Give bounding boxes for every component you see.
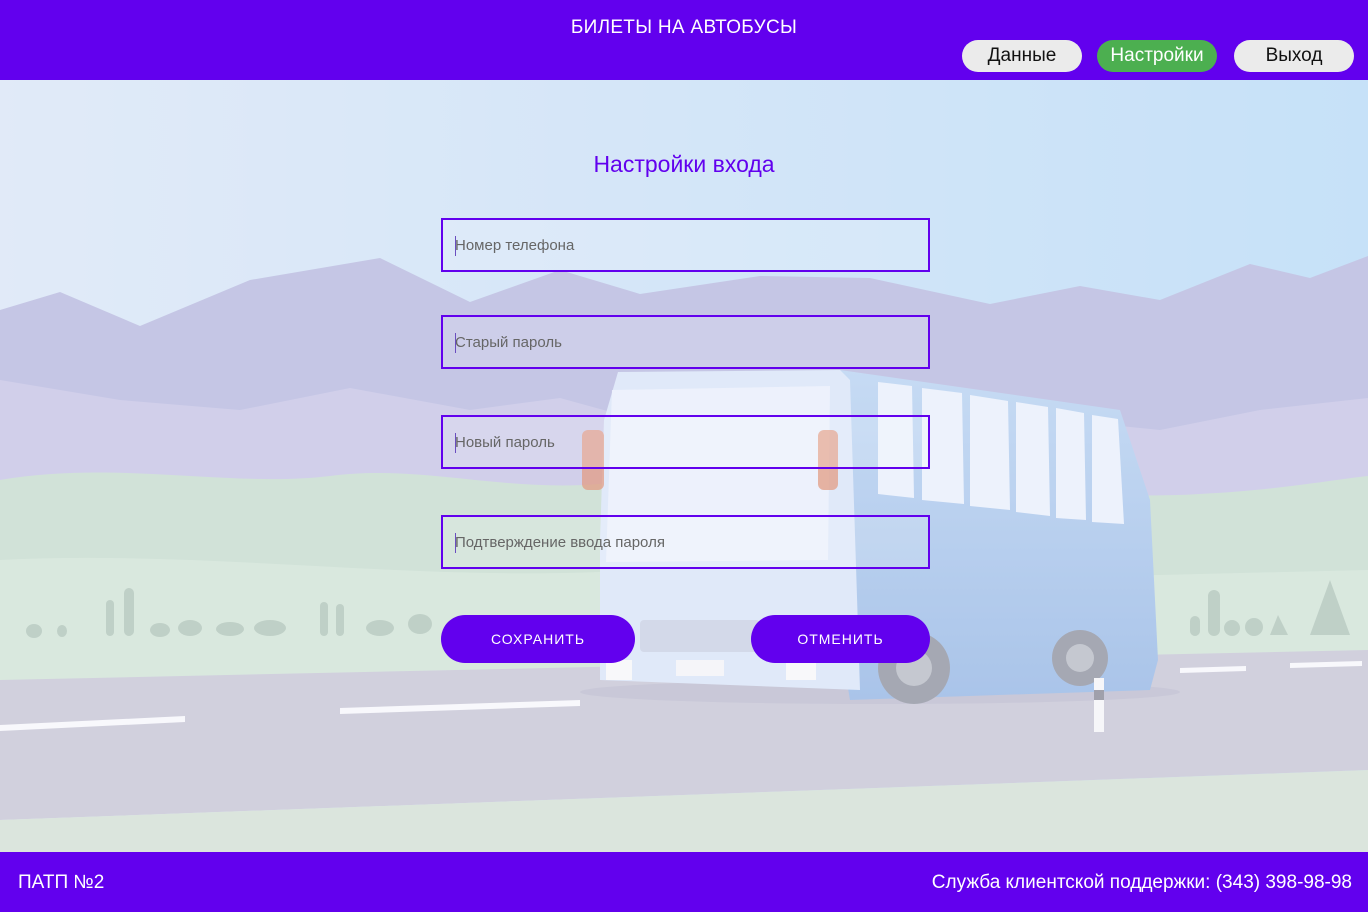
new-password-input[interactable] xyxy=(443,417,928,467)
confirm-password-input[interactable] xyxy=(443,517,928,567)
logout-button[interactable]: Выход xyxy=(1234,40,1354,72)
company-name: ПАТП №2 xyxy=(18,872,105,893)
text-cursor xyxy=(455,433,456,453)
text-cursor xyxy=(455,236,456,256)
cancel-button[interactable]: ОТМЕНИТЬ xyxy=(751,615,930,663)
support-phone: Служба клиентской поддержки: (343) 398-9… xyxy=(931,872,1352,893)
phone-input[interactable] xyxy=(443,220,928,270)
data-button[interactable]: Данные xyxy=(962,40,1082,72)
save-button[interactable]: СОХРАНИТЬ xyxy=(441,615,635,663)
phone-field[interactable] xyxy=(441,218,930,272)
old-password-input[interactable] xyxy=(443,317,928,367)
text-cursor xyxy=(455,533,456,553)
settings-button[interactable]: Настройки xyxy=(1097,40,1217,72)
form-title: Настройки входа xyxy=(593,151,775,177)
app-footer: ПАТП №2 Служба клиентской поддержки: (34… xyxy=(0,852,1368,912)
main-content: Настройки входа СОХРАНИТЬ ОТМЕНИТЬ xyxy=(0,80,1368,852)
new-password-field[interactable] xyxy=(441,415,930,469)
old-password-field[interactable] xyxy=(441,315,930,369)
confirm-password-field[interactable] xyxy=(441,515,930,569)
app-title: БИЛЕТЫ НА АВТОБУСЫ xyxy=(570,17,798,38)
text-cursor xyxy=(455,333,456,353)
app-header: БИЛЕТЫ НА АВТОБУСЫ Данные Настройки Выхо… xyxy=(0,0,1368,80)
